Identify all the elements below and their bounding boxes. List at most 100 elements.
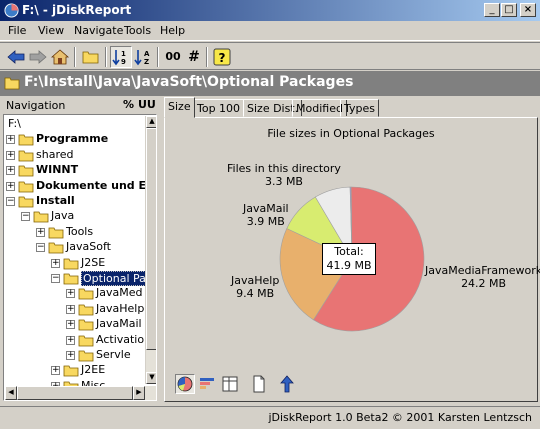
tree-item-label: Activatio [96, 332, 145, 346]
tree-vertical-scrollbar[interactable]: ▲ ▼ [145, 116, 156, 384]
tree-item-label: Programme [36, 132, 109, 146]
current-path: F:\Install\Java\JavaSoft\Optional Packag… [24, 74, 354, 90]
expand-icon[interactable]: + [66, 335, 75, 345]
expand-icon[interactable]: + [36, 227, 45, 237]
expand-icon[interactable]: + [51, 366, 60, 376]
folder-icon [78, 304, 94, 316]
expand-icon[interactable]: + [66, 351, 75, 360]
folder-icon [48, 227, 64, 239]
svg-text:Z: Z [144, 58, 149, 66]
home-icon [50, 49, 70, 65]
folder-icon [18, 196, 34, 208]
folder-icon [78, 319, 94, 331]
collapse-icon[interactable]: − [6, 197, 15, 206]
open-folder-button[interactable] [80, 46, 102, 68]
expand-icon[interactable]: + [66, 289, 75, 299]
tree-item-label: Dokumente und Ein [36, 178, 157, 192]
pie-chart-icon [177, 376, 193, 392]
tree-item-label: F:\ [8, 117, 21, 130]
svg-text:A: A [144, 50, 150, 58]
menu-navigate[interactable]: Navigate [74, 24, 123, 37]
back-button[interactable] [5, 46, 27, 68]
expand-icon[interactable]: + [66, 320, 75, 330]
sort-descending-button[interactable]: AZ [133, 46, 155, 68]
folder-icon [63, 365, 79, 377]
home-button[interactable] [49, 46, 71, 68]
tab-size[interactable]: Size [164, 97, 195, 118]
expand-icon[interactable]: + [6, 181, 15, 191]
expand-icon[interactable]: + [6, 135, 15, 145]
folder-icon [78, 335, 94, 346]
scroll-left-arrow[interactable]: ◀ [5, 386, 17, 400]
pie-chart-button[interactable] [175, 374, 195, 394]
tree-item-label: JavaMail [96, 317, 142, 331]
total-tooltip: Total: 41.9 MB [322, 243, 376, 275]
toolbar-separator [206, 47, 208, 67]
menu-tools[interactable]: Tools [124, 24, 151, 37]
bar-chart-icon [200, 378, 214, 389]
scroll-thumb[interactable] [146, 128, 156, 350]
sort-ascending-icon: 19 [112, 50, 126, 66]
tree-horizontal-scrollbar[interactable]: ◀ ▶ [5, 386, 156, 400]
chart-panel: File sizes in Optional Packages JavaMedi… [164, 117, 540, 402]
toolbar: 19 AZ 00 # ? [0, 42, 540, 70]
tree-item-label: Servle [96, 348, 131, 361]
toolbar-separator [105, 47, 107, 67]
uu-toggle[interactable]: UU [138, 98, 156, 111]
menu-help[interactable]: Help [160, 24, 185, 37]
folder-icon [18, 165, 34, 177]
count-button[interactable]: # [183, 46, 205, 68]
toolbar-separator [157, 47, 159, 67]
maximize-button[interactable]: □ [501, 3, 517, 17]
status-bar: jDiskReport 1.0 Beta2 © 2001 Karsten Len… [0, 406, 540, 429]
scroll-right-arrow[interactable]: ▶ [133, 386, 145, 400]
scroll-up-arrow[interactable]: ▲ [146, 116, 156, 128]
scroll-thumb[interactable] [17, 386, 133, 400]
folder-icon [18, 181, 34, 192]
menu-file[interactable]: File [8, 24, 26, 37]
expand-icon[interactable]: + [51, 258, 60, 268]
size-format-button[interactable]: 00 [162, 46, 184, 68]
svg-text:1: 1 [121, 50, 126, 58]
forward-button[interactable] [27, 46, 49, 68]
text-button[interactable] [249, 374, 269, 394]
expand-icon[interactable]: + [6, 150, 15, 160]
toolbar-separator [74, 47, 76, 67]
table-button[interactable] [220, 374, 240, 394]
menu-view[interactable]: View [38, 24, 64, 37]
collapse-icon[interactable]: − [36, 243, 45, 253]
folder-icon [18, 150, 34, 162]
navigation-tree[interactable]: F:\ + Programme + shared + WINNT + Dokumente und… [3, 114, 157, 401]
title-bar[interactable]: F:\ - jDiskReport _ □ × [0, 0, 540, 21]
tree-item-label: shared [36, 147, 74, 161]
expand-icon[interactable]: + [6, 166, 15, 176]
folder-icon [78, 288, 94, 300]
menu-bar: File View Navigate Tools Help [0, 21, 540, 41]
close-button[interactable]: × [520, 3, 536, 17]
navigation-header: Navigation % UU [3, 97, 157, 114]
sort-ascending-button[interactable]: 19 [110, 46, 132, 68]
percent-toggle[interactable]: % [123, 98, 134, 111]
up-button[interactable] [277, 374, 297, 394]
slice-label-files-in-directory: Files in this directory 3.3 MB [227, 162, 341, 188]
expand-icon[interactable]: + [66, 304, 75, 314]
back-icon [7, 50, 25, 64]
text-icon [253, 375, 265, 393]
bar-chart-button[interactable] [198, 374, 218, 394]
splitter[interactable] [158, 97, 163, 402]
tab-top-100[interactable]: Top 100 [193, 99, 245, 117]
forward-icon [29, 50, 47, 64]
tab-types[interactable]: Types [340, 99, 379, 117]
folder-icon [4, 77, 20, 90]
collapse-icon[interactable]: − [21, 212, 30, 222]
scroll-down-arrow[interactable]: ▼ [146, 372, 156, 384]
folder-icon [63, 258, 79, 269]
help-button[interactable]: ? [211, 46, 233, 68]
tab-strip: Size Top 100 Size Dist. Modified Types [164, 97, 540, 118]
collapse-icon[interactable]: − [51, 274, 60, 283]
tab-modified[interactable]: Modified [292, 99, 347, 117]
up-icon [280, 375, 294, 393]
minimize-button[interactable]: _ [484, 3, 500, 17]
slice-label-javamediaframework: JavaMediaFramework 24.2 MB [425, 264, 540, 290]
table-icon [222, 376, 238, 392]
